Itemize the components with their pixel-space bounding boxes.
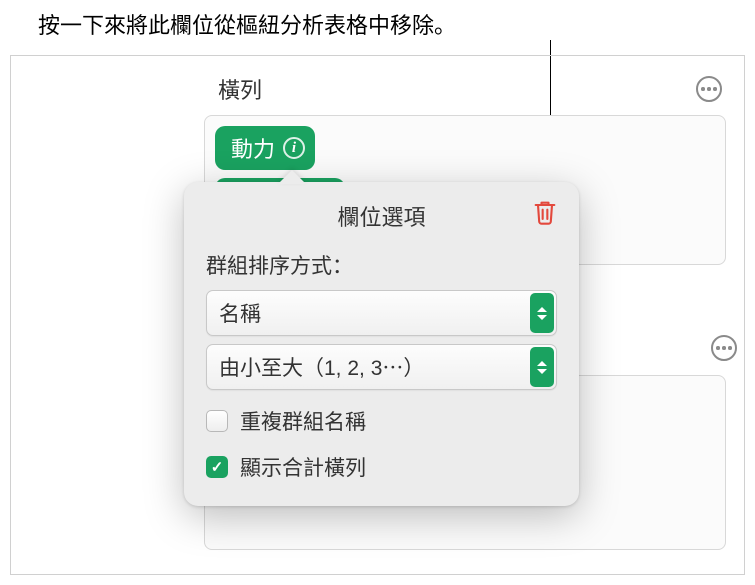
section-title: 橫列 xyxy=(218,73,262,105)
trash-icon xyxy=(531,198,559,226)
sort-order-select[interactable]: 由小至大（1, 2, 3⋯） xyxy=(206,344,557,390)
checkmark-icon: ✓ xyxy=(211,458,224,476)
show-totals-label: 顯示合計橫列 xyxy=(240,452,366,482)
sort-order-value: 由小至大（1, 2, 3⋯） xyxy=(219,357,424,380)
annotation-text: 按一下來將此欄位從樞紐分析表格中移除。 xyxy=(38,8,456,40)
popover-arrow xyxy=(278,170,306,184)
show-totals-checkbox[interactable]: ✓ xyxy=(206,456,228,478)
info-icon[interactable]: i xyxy=(283,137,305,159)
popover-title: 欄位選項 xyxy=(337,200,425,232)
field-options-popover: 欄位選項 群組排序方式： 名稱 由小至大（1, 2, 3⋯） 重複群組名稱 xyxy=(184,182,579,506)
repeat-groups-label: 重複群組名稱 xyxy=(240,406,366,436)
repeat-groups-checkbox[interactable] xyxy=(206,410,228,432)
field-pill[interactable]: 動力 i xyxy=(215,126,315,170)
delete-field-button[interactable] xyxy=(531,198,559,226)
field-pill-label: 動力 xyxy=(231,132,275,164)
group-sort-label: 群組排序方式： xyxy=(206,250,557,280)
sort-by-value: 名稱 xyxy=(219,303,261,326)
more-options-icon[interactable] xyxy=(711,335,737,361)
sort-by-select[interactable]: 名稱 xyxy=(206,290,557,336)
more-options-icon[interactable] xyxy=(696,76,722,102)
